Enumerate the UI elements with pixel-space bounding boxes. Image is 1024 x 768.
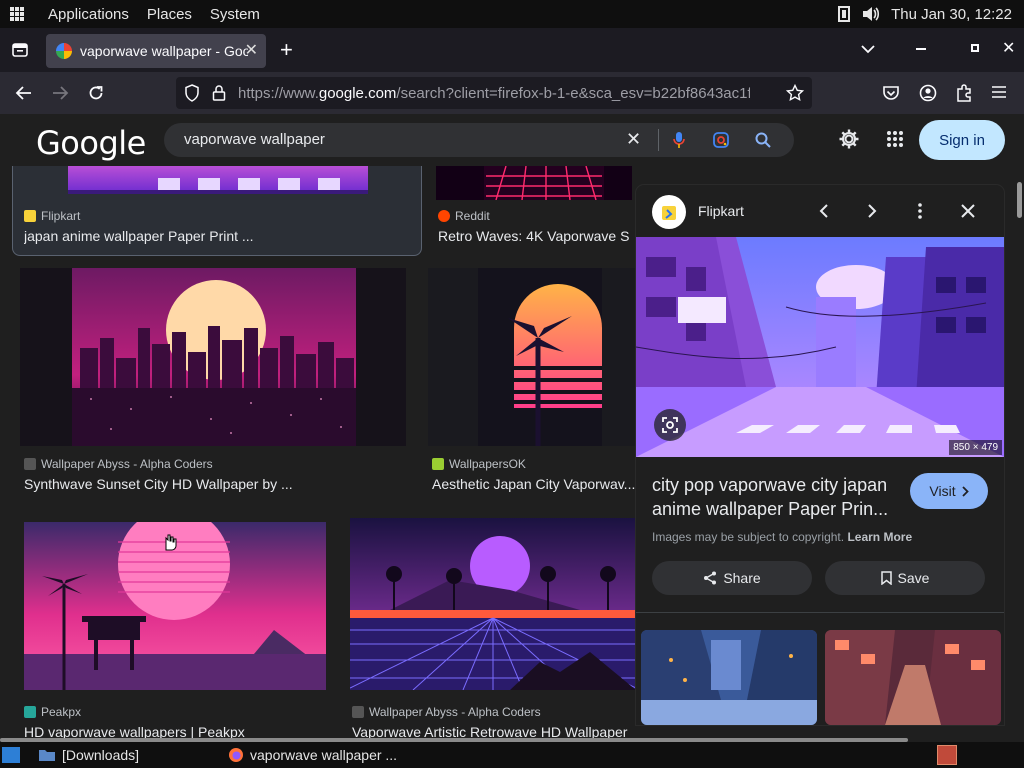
save-button[interactable]: Save bbox=[825, 561, 985, 595]
account-icon[interactable] bbox=[919, 84, 937, 102]
panel-header: Flipkart bbox=[636, 185, 1004, 237]
next-image-icon[interactable] bbox=[860, 199, 884, 223]
menu-places[interactable]: Places bbox=[147, 6, 192, 23]
clear-search-icon[interactable]: ✕ bbox=[626, 129, 641, 150]
learn-more-link[interactable]: Learn More bbox=[847, 530, 912, 544]
chevron-right-icon bbox=[961, 485, 969, 497]
extensions-icon[interactable] bbox=[955, 83, 973, 103]
hamburger-menu-icon[interactable] bbox=[991, 85, 1007, 99]
related-image-thumbnail[interactable] bbox=[825, 630, 1001, 725]
minimize-icon[interactable] bbox=[916, 48, 926, 50]
copyright-notice: Images may be subject to copyright. Lear… bbox=[652, 530, 913, 544]
search-input[interactable]: vaporwave wallpaper bbox=[184, 131, 325, 148]
tab-list-chevron-icon[interactable] bbox=[860, 42, 876, 56]
google-header: Google vaporwave wallpaper ✕ Sign in bbox=[0, 114, 1024, 166]
url-text[interactable]: https://www.google.com/search?client=fir… bbox=[238, 85, 750, 102]
tab-active[interactable]: vaporwave wallpaper - Google Search ✕ bbox=[46, 34, 266, 68]
system-taskbar: [Downloads] vaporwave wallpaper ... bbox=[0, 742, 1024, 768]
lens-search-icon[interactable] bbox=[712, 131, 730, 149]
bookmark-icon bbox=[880, 571, 892, 585]
maximize-icon[interactable] bbox=[971, 44, 979, 52]
taskbar-item-downloads[interactable]: [Downloads] bbox=[38, 744, 139, 766]
browser-nav-bar: https://www.google.com/search?client=fir… bbox=[0, 72, 1024, 114]
show-desktop-icon[interactable] bbox=[2, 747, 20, 763]
google-apps-icon[interactable] bbox=[886, 130, 904, 148]
result-source[interactable]: Flipkart bbox=[24, 209, 80, 223]
close-panel-icon[interactable] bbox=[956, 199, 980, 223]
new-tab-icon[interactable]: + bbox=[280, 37, 293, 63]
forward-icon[interactable] bbox=[47, 80, 73, 106]
result-source[interactable]: Reddit bbox=[438, 209, 490, 223]
image-dimensions: 850 × 479 bbox=[949, 440, 1002, 455]
peakpx-favicon-icon bbox=[24, 706, 36, 718]
menu-system[interactable]: System bbox=[210, 6, 260, 23]
system-top-panel: Applications Places System Thu Jan 30, 1… bbox=[0, 0, 1024, 28]
voice-search-icon[interactable] bbox=[672, 131, 686, 149]
taskbar-item-firefox[interactable]: vaporwave wallpaper ... bbox=[228, 744, 397, 766]
previous-image-icon[interactable] bbox=[812, 199, 836, 223]
url-bar[interactable]: https://www.google.com/search?client=fir… bbox=[176, 77, 812, 109]
flipkart-favicon-icon bbox=[24, 210, 36, 222]
apps-grid-icon[interactable] bbox=[10, 7, 24, 21]
lens-search-image-icon[interactable] bbox=[654, 409, 686, 441]
wallpapersok-favicon-icon bbox=[432, 458, 444, 470]
browser-tab-bar: vaporwave wallpaper - Google Search ✕ + … bbox=[0, 28, 1024, 72]
search-box[interactable]: vaporwave wallpaper ✕ bbox=[164, 123, 794, 157]
tray-app-icon[interactable] bbox=[937, 745, 957, 765]
tracking-shield-icon[interactable] bbox=[184, 84, 200, 102]
vertical-scrollbar[interactable] bbox=[1017, 182, 1022, 218]
result-thumbnail[interactable] bbox=[20, 268, 406, 446]
wallpaper-abyss-favicon-icon bbox=[352, 706, 364, 718]
clipboard-icon[interactable] bbox=[837, 5, 851, 23]
tab-close-icon[interactable]: ✕ bbox=[245, 40, 258, 60]
preview-image[interactable]: 850 × 479 bbox=[636, 237, 1004, 457]
result-source[interactable]: Wallpaper Abyss - Alpha Coders bbox=[24, 457, 213, 471]
result-thumbnail[interactable] bbox=[68, 166, 368, 194]
wallpaper-abyss-favicon-icon bbox=[24, 458, 36, 470]
visit-button[interactable]: Visit bbox=[910, 473, 988, 509]
back-icon[interactable] bbox=[11, 80, 37, 106]
result-caption[interactable]: Retro Waves: 4K Vaporwave S bbox=[438, 228, 634, 244]
google-favicon-icon bbox=[56, 43, 72, 59]
flipkart-logo-icon[interactable] bbox=[652, 195, 686, 229]
clock[interactable]: Thu Jan 30, 12:22 bbox=[891, 6, 1012, 23]
result-source[interactable]: Wallpaper Abyss - Alpha Coders bbox=[352, 705, 541, 719]
result-caption[interactable]: Aesthetic Japan City Vaporwav... bbox=[432, 476, 636, 492]
result-thumbnail[interactable] bbox=[428, 268, 636, 446]
reddit-favicon-icon bbox=[438, 210, 450, 222]
lock-icon[interactable] bbox=[212, 84, 226, 102]
panel-source-name[interactable]: Flipkart bbox=[698, 203, 744, 219]
result-caption[interactable]: japan anime wallpaper Paper Print ... bbox=[24, 228, 414, 244]
folder-icon bbox=[39, 750, 55, 761]
settings-gear-icon[interactable] bbox=[838, 128, 860, 150]
visit-label: Visit bbox=[929, 483, 956, 499]
google-logo[interactable]: Google bbox=[36, 124, 146, 162]
share-button[interactable]: Share bbox=[652, 561, 812, 595]
result-source[interactable]: Peakpx bbox=[24, 705, 81, 719]
search-divider bbox=[658, 129, 659, 151]
result-source[interactable]: WallpapersOK bbox=[432, 457, 526, 471]
mouse-pointer-icon bbox=[165, 534, 177, 551]
window-close-icon[interactable]: ✕ bbox=[1002, 38, 1015, 58]
firefox-view-icon[interactable] bbox=[11, 41, 29, 59]
tab-title: vaporwave wallpaper - Google Search bbox=[80, 43, 248, 59]
firefox-icon bbox=[229, 748, 243, 762]
volume-icon[interactable] bbox=[861, 5, 881, 23]
result-thumbnail[interactable] bbox=[436, 166, 632, 200]
result-caption[interactable]: Synthwave Sunset City HD Wallpaper by ..… bbox=[24, 476, 414, 492]
menu-applications[interactable]: Applications bbox=[48, 6, 129, 23]
search-icon[interactable] bbox=[754, 131, 772, 149]
image-preview-panel: Flipkart 850 × 479 city pop vaporwave ci… bbox=[636, 185, 1004, 725]
preview-title[interactable]: city pop vaporwave city japan anime wall… bbox=[652, 473, 902, 521]
result-thumbnail[interactable] bbox=[350, 518, 636, 690]
reload-icon[interactable] bbox=[83, 80, 109, 106]
bookmark-star-icon[interactable] bbox=[786, 84, 804, 102]
sign-in-button[interactable]: Sign in bbox=[919, 120, 1005, 160]
more-options-icon[interactable] bbox=[908, 199, 932, 223]
related-image-thumbnail[interactable] bbox=[641, 630, 817, 725]
share-icon bbox=[704, 571, 717, 585]
pocket-icon[interactable] bbox=[882, 84, 900, 102]
panel-divider bbox=[636, 612, 1004, 613]
